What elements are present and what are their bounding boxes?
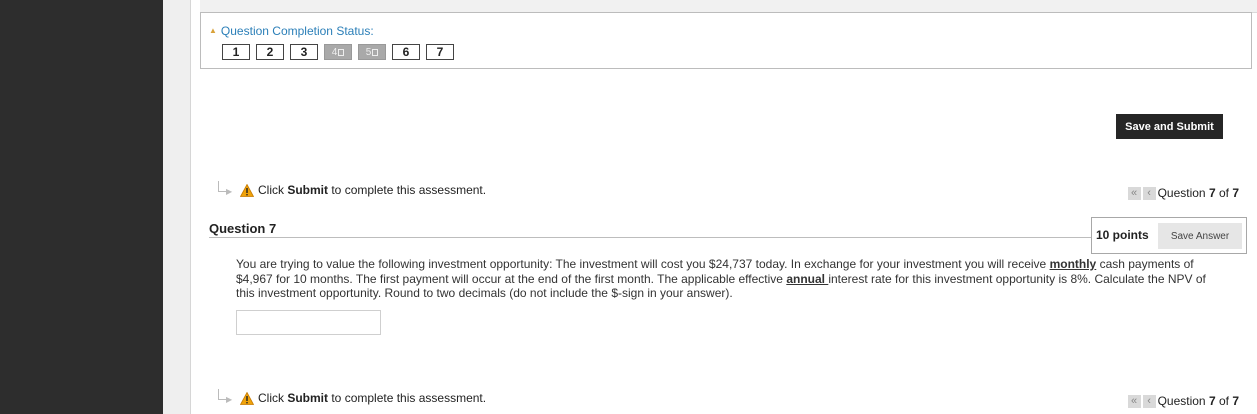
- question-completion-status: ▲ Question Completion Status: 1234567: [200, 12, 1252, 69]
- points-label: 10 points: [1096, 228, 1149, 242]
- submit-notice-text: Click Submit to complete this assessment…: [258, 391, 487, 405]
- question-status-list: 1234567: [222, 44, 454, 60]
- save-and-submit-button[interactable]: Save and Submit: [1116, 114, 1223, 139]
- save-answer-button[interactable]: Save Answer: [1158, 223, 1242, 249]
- first-question-icon[interactable]: «: [1127, 186, 1141, 200]
- question-status-box-4[interactable]: 4: [324, 44, 352, 60]
- return-arrow-icon: ▶: [214, 389, 232, 407]
- answer-input[interactable]: [236, 310, 381, 335]
- previous-question-icon[interactable]: ‹: [1142, 394, 1156, 408]
- answer-saved-icon: [338, 48, 345, 56]
- question-pager-bottom: « ‹ Question 7 of 7: [1127, 394, 1239, 408]
- status-title: Question Completion Status:: [220, 24, 374, 38]
- left-sidebar: [0, 0, 163, 414]
- content-gutter: [163, 0, 191, 414]
- question-status-box-1[interactable]: 1: [222, 44, 250, 60]
- pager-label: Question 7 of 7: [1157, 394, 1239, 408]
- warning-icon: [240, 183, 254, 197]
- question-heading: Question 7: [209, 221, 277, 236]
- question-status-box-7[interactable]: 7: [426, 44, 454, 60]
- pager-label: Question 7 of 7: [1157, 186, 1239, 200]
- question-pager-top: « ‹ Question 7 of 7: [1127, 186, 1239, 200]
- question-status-box-6[interactable]: 6: [392, 44, 420, 60]
- submit-notice-text: Click Submit to complete this assessment…: [258, 183, 487, 197]
- question-status-box-2[interactable]: 2: [256, 44, 284, 60]
- submit-notice-bottom: ▶ Click Submit to complete this assessme…: [214, 389, 486, 407]
- previous-question-icon[interactable]: ‹: [1142, 186, 1156, 200]
- question-status-box-5[interactable]: 5: [358, 44, 386, 60]
- question-status-box-3[interactable]: 3: [290, 44, 318, 60]
- warning-icon: [240, 391, 254, 405]
- answer-saved-icon: [372, 48, 379, 56]
- status-toggle[interactable]: ▲ Question Completion Status:: [209, 24, 374, 38]
- first-question-icon[interactable]: «: [1127, 394, 1141, 408]
- return-arrow-icon: ▶: [214, 181, 232, 199]
- heading-divider: [209, 237, 1093, 238]
- submit-notice-top: ▶ Click Submit to complete this assessme…: [214, 181, 486, 199]
- question-text: You are trying to value the following in…: [236, 257, 1206, 300]
- points-box: 10 points Save Answer: [1091, 217, 1247, 254]
- collapse-chevron-icon: ▲: [209, 26, 217, 35]
